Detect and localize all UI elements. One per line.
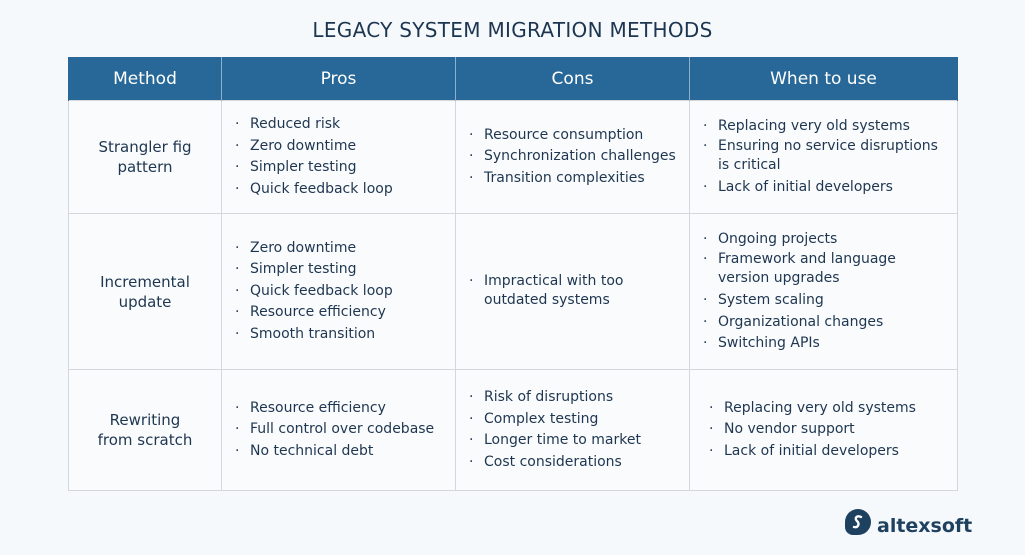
list-item: No technical debt — [235, 441, 449, 463]
list-item: Zero downtime — [235, 136, 449, 158]
pros-cell: Zero downtime Simpler testing Quick feed… — [221, 213, 456, 370]
pros-list: Reduced risk Zero downtime Simpler testi… — [222, 114, 455, 200]
list-item: Cost considerations — [469, 452, 683, 474]
column-header-cons: Cons — [455, 57, 690, 101]
page-title: LEGACY SYSTEM MIGRATION METHODS — [312, 18, 713, 42]
list-item: Risk of disruptions — [469, 387, 683, 409]
method-name-line: Incremental — [100, 272, 190, 291]
list-item: No vendor support — [709, 419, 951, 441]
list-item: Ensuring no service disruptions is criti… — [703, 137, 951, 177]
list-item: Longer time to market — [469, 430, 683, 452]
column-header-method: Method — [68, 57, 222, 101]
pros-list: Resource efficiency Full control over co… — [222, 398, 455, 463]
list-item: Smooth transition — [235, 324, 449, 346]
when-list: Replacing very old systems No vendor sup… — [690, 398, 957, 463]
pros-list: Zero downtime Simpler testing Quick feed… — [222, 238, 455, 346]
list-item: Switching APIs — [703, 333, 951, 355]
cons-cell: Resource consumption Synchronization cha… — [455, 100, 690, 214]
list-item: Resource consumption — [469, 125, 683, 147]
migration-methods-table: Method Pros Cons When to use Strangler f… — [68, 57, 958, 491]
method-name-line: from scratch — [97, 431, 193, 449]
list-item: Lack of initial developers — [709, 441, 951, 463]
list-item: Transition complexities — [469, 168, 683, 190]
list-item: Complex testing — [469, 409, 683, 431]
list-item: Framework and language version upgrades — [703, 250, 951, 290]
column-header-when: When to use — [689, 57, 958, 101]
when-to-use-cell: Ongoing projects Framework and language … — [689, 213, 958, 370]
method-cell: Strangler fig pattern — [68, 100, 222, 214]
cons-list: Resource consumption Synchronization cha… — [456, 125, 689, 190]
list-item: Resource efficiency — [235, 398, 449, 420]
list-item: Organizational changes — [703, 312, 951, 334]
list-item: Zero downtime — [235, 238, 449, 260]
logo-text: altexsoft — [877, 515, 973, 537]
list-item: Replacing very old systems — [709, 398, 951, 420]
list-item: Full control over codebase — [235, 419, 449, 441]
list-item: Impractical with too outdated systems — [469, 272, 683, 312]
method-name-line: update — [118, 292, 172, 311]
method-cell: Rewriting from scratch — [68, 369, 222, 491]
pros-cell: Reduced risk Zero downtime Simpler testi… — [221, 100, 456, 214]
table-header-row: Method Pros Cons When to use — [68, 57, 958, 101]
method-name-line: pattern — [117, 158, 173, 176]
when-list: Replacing very old systems Ensuring no s… — [690, 116, 957, 199]
when-to-use-cell: Replacing very old systems Ensuring no s… — [689, 100, 958, 214]
list-item: Quick feedback loop — [235, 281, 449, 303]
table-row: Strangler fig pattern Reduced risk Zero … — [68, 100, 958, 214]
pros-cell: Resource efficiency Full control over co… — [221, 369, 456, 491]
list-item: Quick feedback loop — [235, 179, 449, 201]
altexsoft-logo: altexsoft — [845, 507, 972, 537]
list-item: Reduced risk — [235, 114, 449, 136]
list-item: Simpler testing — [235, 157, 449, 179]
cons-cell: Impractical with too outdated systems — [455, 213, 690, 370]
method-name-line: Rewriting — [109, 411, 181, 429]
when-list: Ongoing projects Framework and language … — [690, 229, 957, 355]
cons-list: Impractical with too outdated systems — [456, 272, 689, 312]
list-item: Synchronization challenges — [469, 146, 683, 168]
table-row: Incremental update Zero downtime Simpler… — [68, 213, 958, 370]
cons-list: Risk of disruptions Complex testing Long… — [456, 387, 689, 473]
list-item: Ongoing projects — [703, 229, 951, 251]
list-item: Simpler testing — [235, 259, 449, 281]
method-cell: Incremental update — [68, 213, 222, 370]
column-header-pros: Pros — [221, 57, 456, 101]
cons-cell: Risk of disruptions Complex testing Long… — [455, 369, 690, 491]
list-item: System scaling — [703, 290, 951, 312]
logo-s-glyph-icon — [852, 515, 863, 529]
when-to-use-cell: Replacing very old systems No vendor sup… — [689, 369, 958, 491]
list-item: Lack of initial developers — [703, 177, 951, 199]
list-item: Replacing very old systems — [703, 116, 951, 138]
method-name-line: Strangler fig — [98, 138, 192, 156]
table-row: Rewriting from scratch Resource efficien… — [68, 369, 958, 491]
altexsoft-logo-icon — [845, 509, 871, 535]
list-item: Resource efficiency — [235, 302, 449, 324]
